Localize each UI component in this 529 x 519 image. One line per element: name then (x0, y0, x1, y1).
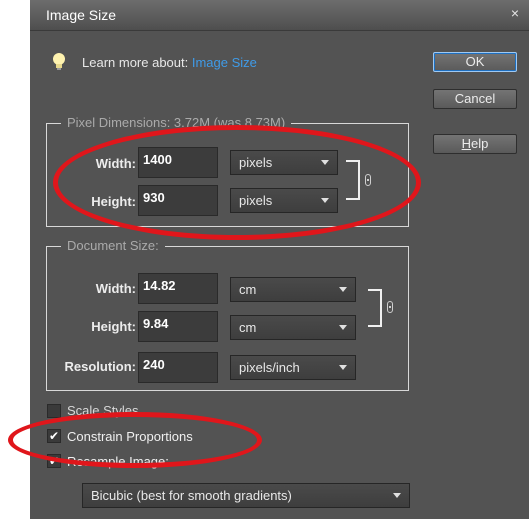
pixel-dimensions-title: Pixel Dimensions: 3.72M (was 8.73M) (61, 115, 292, 130)
resolution-input[interactable]: 240 (138, 352, 218, 383)
close-icon[interactable]: × (507, 4, 523, 22)
resample-image-checkbox[interactable]: ✔ (47, 454, 61, 468)
cancel-button[interactable]: Cancel (433, 89, 517, 109)
learn-more-row: Learn more about: Image Size (82, 55, 257, 70)
chain-link-icon (387, 301, 393, 313)
help-button[interactable]: Help (433, 134, 517, 154)
resolution-unit-select[interactable]: pixels/inch (230, 355, 356, 380)
chevron-down-icon (321, 198, 329, 203)
pixel-width-unit-select[interactable]: pixels (230, 150, 338, 175)
pixel-height-unit-value: pixels (239, 193, 273, 208)
doc-width-input[interactable]: 14.82 (138, 273, 218, 304)
help-label-rest: elp (471, 136, 489, 151)
resolution-label: Resolution: (64, 359, 137, 374)
doc-width-unit-select[interactable]: cm (230, 277, 356, 302)
dialog-title: Image Size (46, 7, 117, 23)
title-bar[interactable]: Image Size × (30, 0, 529, 31)
chevron-down-icon (339, 287, 347, 292)
constrain-link-bracket (368, 289, 382, 327)
doc-height-unit-select[interactable]: cm (230, 315, 356, 340)
document-size-title: Document Size: (61, 238, 165, 253)
constrain-proportions-label[interactable]: Constrain Proportions (67, 429, 193, 444)
pixel-height-label: Height: (91, 194, 136, 209)
doc-height-label: Height: (91, 319, 136, 334)
doc-height-input[interactable]: 9.84 (138, 311, 218, 342)
lightbulb-icon (53, 53, 65, 70)
help-mnemonic: H (461, 136, 472, 151)
scale-styles-label[interactable]: Scale Styles (67, 403, 139, 418)
constrain-link-bracket (346, 160, 360, 200)
pixel-height-unit-select[interactable]: pixels (230, 188, 338, 213)
pixel-width-label: Width: (95, 156, 136, 171)
resolution-unit-value: pixels/inch (239, 360, 300, 375)
chain-link-icon (365, 174, 371, 186)
doc-width-label: Width: (95, 281, 136, 296)
constrain-proportions-checkbox[interactable]: ✔ (47, 429, 61, 443)
chevron-down-icon (339, 365, 347, 370)
image-size-dialog: Image Size × Learn more about: Image Siz… (30, 0, 529, 519)
image-size-help-link[interactable]: Image Size (192, 55, 257, 70)
pixel-width-input[interactable]: 1400 (138, 147, 218, 178)
ok-button[interactable]: OK (433, 52, 517, 72)
pixel-height-input[interactable]: 930 (138, 185, 218, 216)
doc-height-unit-value: cm (239, 320, 257, 335)
learn-more-text: Learn more about: (82, 55, 189, 70)
pixel-width-unit-value: pixels (239, 155, 273, 170)
chevron-down-icon (339, 325, 347, 330)
scale-styles-checkbox[interactable] (47, 404, 61, 418)
resample-method-value: Bicubic (best for smooth gradients) (91, 488, 292, 503)
resample-method-select[interactable]: Bicubic (best for smooth gradients) (82, 483, 410, 508)
doc-width-unit-value: cm (239, 282, 257, 297)
chevron-down-icon (393, 493, 401, 498)
resample-image-label[interactable]: Resample Image: (67, 454, 169, 469)
chevron-down-icon (321, 160, 329, 165)
